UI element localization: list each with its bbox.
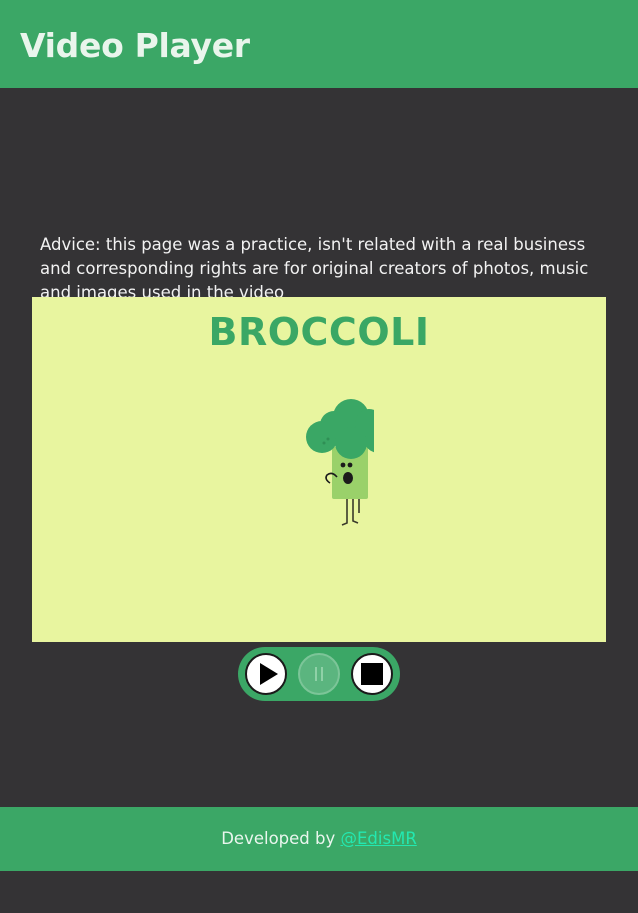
author-link[interactable]: @EdisMR	[341, 829, 417, 848]
page-footer: Developed by @EdisMR	[0, 807, 638, 871]
footer-text: Developed by	[221, 829, 341, 848]
video-title-text: BROCCOLI	[208, 310, 430, 354]
pause-button[interactable]	[298, 653, 340, 695]
play-icon	[260, 663, 278, 685]
pause-icon	[315, 667, 323, 681]
play-button[interactable]	[245, 653, 287, 695]
broccoli-character-icon	[306, 399, 374, 526]
playback-controls	[238, 647, 400, 701]
stop-button[interactable]	[351, 653, 393, 695]
page-title: Video Player	[20, 26, 250, 65]
advice-text: Advice: this page was a practice, isn't …	[40, 234, 589, 302]
broccoli-legs	[341, 495, 360, 526]
video-player[interactable]: BROCCOLI	[32, 297, 606, 642]
stop-icon	[361, 663, 383, 685]
app-header: Video Player	[0, 0, 638, 88]
